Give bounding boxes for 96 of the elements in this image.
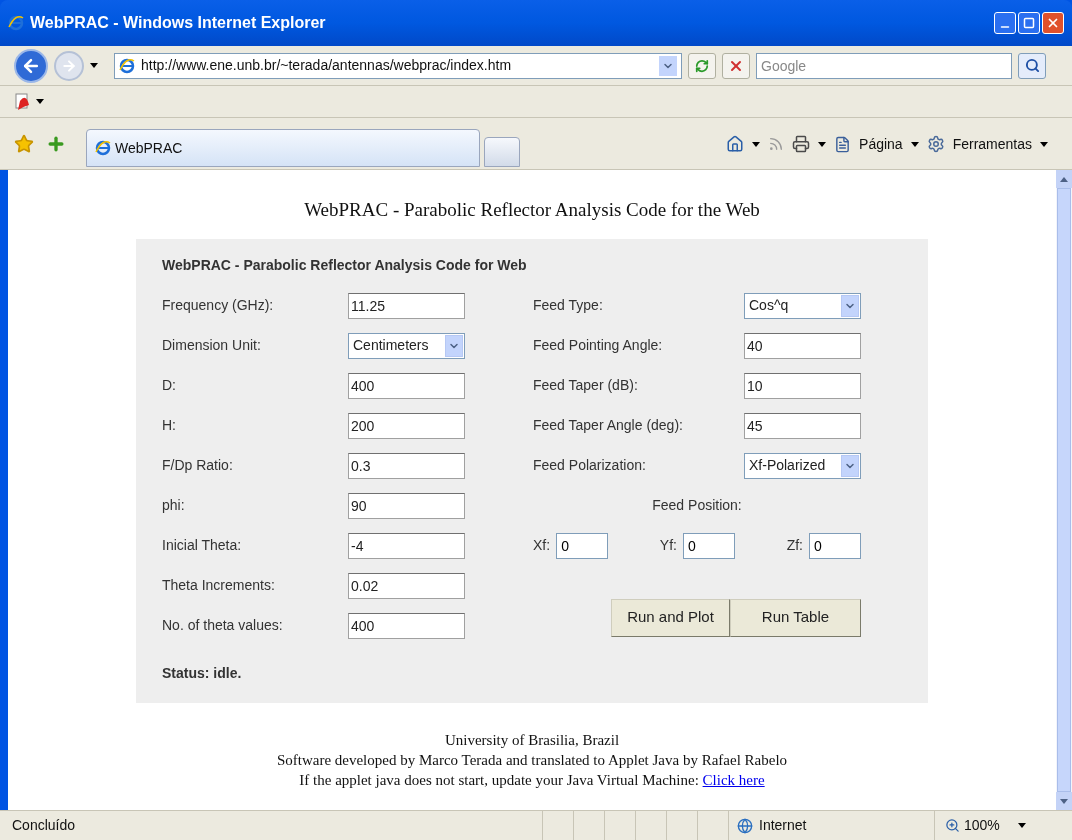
arrow-right-icon (61, 57, 77, 74)
maximize-icon (1023, 17, 1035, 29)
vertical-scrollbar[interactable] (1056, 170, 1072, 810)
window-title: WebPRAC - Windows Internet Explorer (30, 13, 326, 33)
settings-icon[interactable] (926, 135, 945, 153)
text-field[interactable]: -4 (348, 532, 465, 559)
status-bar-text: Concluído (11, 816, 77, 835)
text-field[interactable]: 45 (744, 412, 861, 439)
scroll-down-arrow-icon[interactable] (1060, 798, 1068, 804)
stop-button[interactable] (722, 52, 750, 79)
select-field[interactable]: Cos^q (744, 292, 861, 319)
text-field[interactable]: 0.3 (348, 452, 465, 479)
applet-title: WebPRAC - Parabolic Reflector Analysis Code for Web (162, 255, 528, 275)
home-icon[interactable] (726, 135, 745, 153)
run-button[interactable]: Run and Plot (611, 598, 730, 637)
field-label: Feed Pointing Angle: (533, 336, 664, 355)
search-button[interactable] (1018, 52, 1046, 79)
close-button[interactable] (1042, 12, 1064, 34)
text-field[interactable]: 90 (348, 492, 465, 519)
select-value: Centimeters (352, 336, 430, 355)
minimize-button[interactable] (994, 12, 1016, 34)
field-label: Feed Taper Angle (deg): (533, 416, 684, 435)
coordinate-label: Yf: (659, 536, 677, 555)
pdf-caret-icon[interactable] (36, 99, 44, 104)
refresh-icon (695, 58, 709, 73)
page-menu[interactable]: Página (859, 133, 903, 155)
address-url: http://www.ene.unb.br/~terada/antennas/webprac/index.htm (141, 56, 513, 75)
page-icon[interactable] (834, 135, 852, 153)
back-button[interactable] (14, 48, 48, 83)
dropdown-arrow-button[interactable] (841, 294, 859, 317)
zoom-icon[interactable] (945, 818, 960, 833)
field-label: phi: (162, 496, 186, 515)
field-label: F/Dp Ratio: (162, 456, 234, 475)
close-icon (1046, 16, 1060, 30)
dropdown-arrow-button[interactable] (445, 334, 463, 357)
tools-menu[interactable]: Ferramentas (952, 133, 1032, 155)
field-label: Frequency (GHz): (162, 296, 275, 315)
zoom-caret-icon[interactable] (1017, 823, 1026, 828)
field-label: Dimension Unit: (162, 336, 262, 355)
feed-position-label: Feed Position: (652, 496, 742, 515)
scroll-up-arrow-icon[interactable] (1060, 176, 1068, 182)
coordinate-field[interactable]: 0 (809, 532, 861, 559)
print-icon[interactable] (792, 135, 811, 153)
select-value: Xf-Polarized (748, 456, 827, 475)
add-favorite-icon[interactable] (46, 134, 66, 154)
favorites-star-icon[interactable] (14, 134, 34, 154)
status-text: Status: idle. (162, 663, 242, 683)
text-field[interactable]: 40 (744, 332, 861, 359)
field-label: Theta Increments: (162, 576, 276, 595)
field-label: Feed Type: (533, 296, 604, 315)
text-field[interactable]: 200 (348, 412, 465, 439)
field-label: D: (162, 376, 177, 395)
coordinate-label: Zf: (786, 536, 803, 555)
zoom-level[interactable]: 100% (964, 815, 1000, 836)
pdf-document-icon[interactable] (14, 92, 32, 111)
footer-text: Software developed by Marco Terada and translated to Applet Java by Rafael Rabelo (276, 750, 788, 770)
text-field[interactable]: 400 (348, 612, 465, 639)
select-value: Cos^q (748, 296, 790, 315)
text-field[interactable]: 10 (744, 372, 861, 399)
coordinate-label: Xf: (533, 536, 551, 555)
field-label: No. of theta values: (162, 616, 284, 635)
select-field[interactable]: Centimeters (348, 332, 465, 359)
field-label: Inicial Theta: (162, 536, 243, 555)
page-heading: WebPRAC - Parabolic Reflector Analysis Code for the Web (304, 198, 760, 222)
refresh-button[interactable] (688, 52, 716, 79)
select-field[interactable]: Xf-Polarized (744, 452, 861, 479)
coordinate-field[interactable]: 0 (682, 532, 735, 559)
address-dropdown-button[interactable] (659, 55, 677, 76)
footer-text: If the applet java does not start, update your Java Virtual Machine: Click here (299, 770, 765, 790)
dropdown-caret-icon[interactable] (752, 141, 761, 147)
maximize-button[interactable] (1018, 12, 1040, 34)
dropdown-caret-icon[interactable] (818, 141, 827, 147)
field-label: Feed Polarization: (533, 456, 647, 475)
search-field[interactable]: Google (756, 52, 1012, 79)
field-label: Feed Taper (dB): (533, 376, 639, 395)
tab-label: WebPRAC (115, 138, 183, 158)
dropdown-caret-icon[interactable] (910, 141, 919, 147)
footer-text: University of Brasilia, Brazil (444, 730, 620, 750)
text-field[interactable]: 11.25 (348, 292, 465, 319)
ie-logo-icon (119, 57, 135, 74)
text-field[interactable]: 0.02 (348, 572, 465, 599)
ie-logo-icon (8, 15, 24, 31)
history-caret-icon[interactable] (90, 63, 98, 68)
coordinate-field[interactable]: 0 (556, 532, 609, 559)
internet-zone-icon (737, 817, 753, 834)
ie-logo-icon (95, 140, 111, 156)
security-zone: Internet (759, 816, 807, 835)
text-field[interactable]: 400 (348, 372, 465, 399)
address-field[interactable]: http://www.ene.unb.br/~terada/antennas/webprac/index.htm (114, 52, 682, 79)
field-label: H: (162, 416, 177, 435)
dropdown-caret-icon[interactable] (1040, 141, 1048, 147)
click-here-link[interactable]: Click here (702, 771, 765, 788)
run-button[interactable]: Run Table (730, 598, 861, 637)
dropdown-arrow-button[interactable] (841, 454, 859, 477)
browser-tab[interactable]: WebPRAC (86, 129, 480, 167)
search-icon (1024, 58, 1040, 73)
